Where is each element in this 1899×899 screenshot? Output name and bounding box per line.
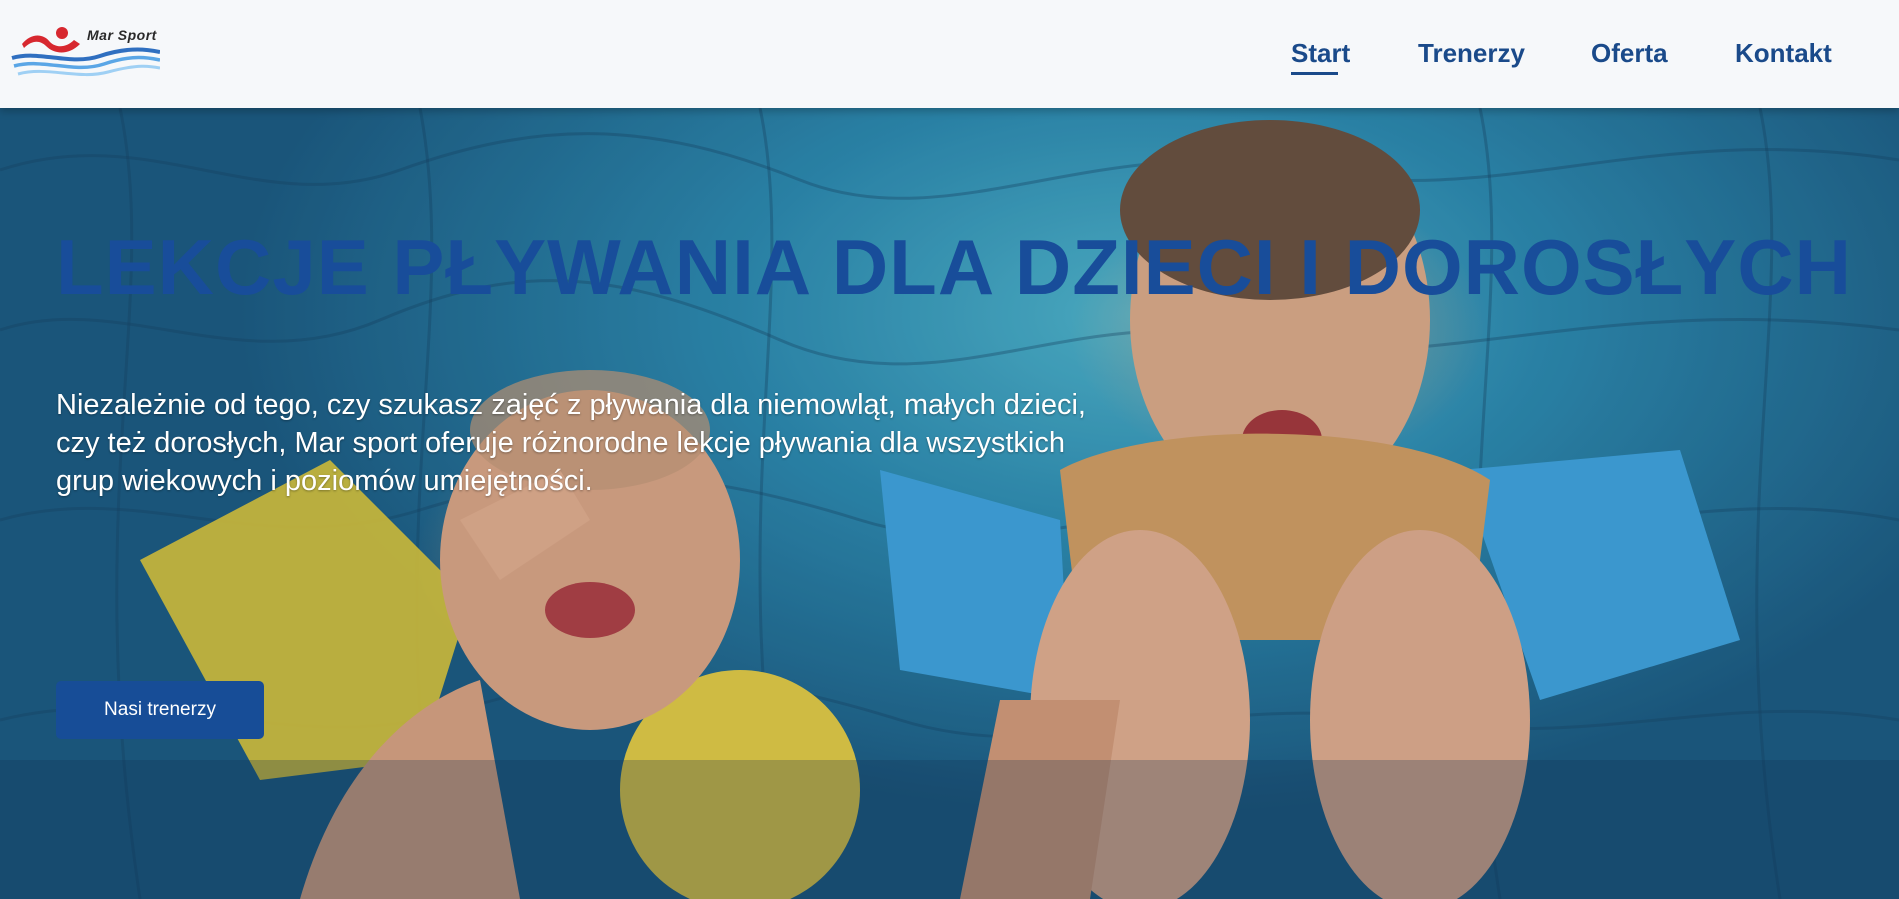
site-header: Mar Sport Start Trenerzy Oferta Kontakt: [0, 0, 1899, 108]
trainers-button[interactable]: Nasi trenerzy: [56, 681, 264, 739]
hero-section: LEKCJE PŁYWANIA DLA DZIECI I DOROSŁYCH N…: [0, 0, 1899, 899]
nav-start[interactable]: Start: [1291, 38, 1350, 75]
hero-description: Niezależnie od tego, czy szukasz zajęć z…: [56, 389, 1086, 497]
hero-headline: LEKCJE PŁYWANIA DLA DZIECI I DOROSŁYCH: [56, 223, 1852, 311]
nav-kontakt[interactable]: Kontakt: [1735, 38, 1832, 69]
mar-sport-logo[interactable]: Mar Sport: [10, 22, 161, 82]
nav-oferta[interactable]: Oferta: [1591, 38, 1668, 69]
nav-trenerzy[interactable]: Trenerzy: [1418, 38, 1525, 69]
logo-text: Mar Sport: [87, 27, 157, 43]
